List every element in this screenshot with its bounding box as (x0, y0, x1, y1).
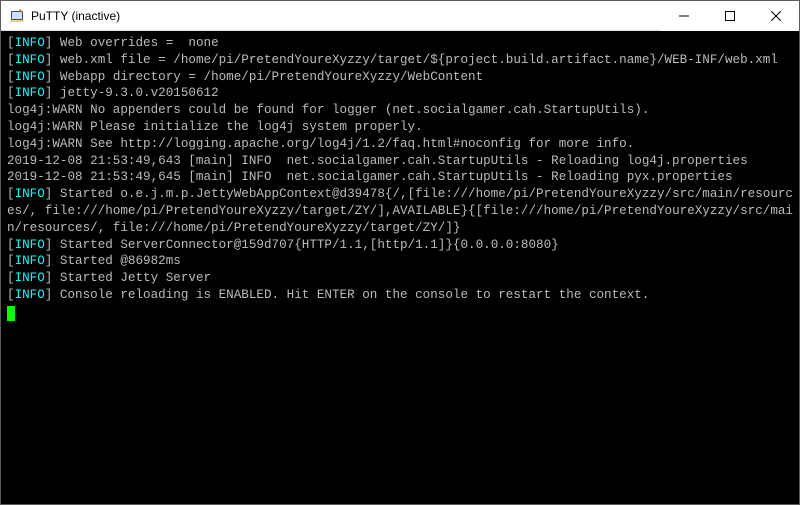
log-level-info: INFO (15, 187, 45, 201)
maximize-icon (725, 11, 735, 21)
terminal-area[interactable]: [INFO] Web overrides = none [INFO] web.x… (1, 31, 799, 504)
log-line: Started Jetty Server (52, 271, 211, 285)
log-line: log4j:WARN No appenders could be found f… (7, 103, 649, 117)
log-level-info: INFO (15, 254, 45, 268)
maximize-button[interactable] (707, 1, 753, 31)
close-icon (771, 11, 781, 21)
log-line: web.xml file = /home/pi/PretendYoureXyzz… (52, 53, 778, 67)
window-title: PuTTY (inactive) (31, 9, 120, 23)
log-level-info: INFO (15, 53, 45, 67)
log-line: Webapp directory = /home/pi/PretendYoure… (52, 70, 483, 84)
log-line: log4j:WARN See http://logging.apache.org… (7, 137, 634, 151)
putty-icon (9, 8, 25, 24)
log-line: 2019-12-08 21:53:49,645 [main] INFO net.… (7, 170, 733, 184)
log-line: log4j:WARN Please initialize the log4j s… (7, 120, 423, 134)
log-level-info: INFO (15, 86, 45, 100)
log-line: Started o.e.j.m.p.JettyWebAppContext@d39… (7, 187, 793, 235)
log-line: Started ServerConnector@159d707{HTTP/1.1… (52, 238, 558, 252)
window-titlebar[interactable]: PuTTY (inactive) (1, 1, 799, 31)
putty-window: PuTTY (inactive) [INFO] Web overrides = … (0, 0, 800, 505)
log-level-info: INFO (15, 238, 45, 252)
log-line: Web overrides = none (52, 36, 218, 50)
log-level-info: INFO (15, 36, 45, 50)
close-button[interactable] (753, 1, 799, 31)
log-line: Started @86982ms (52, 254, 180, 268)
log-level-info: INFO (15, 70, 45, 84)
terminal-cursor (7, 306, 15, 321)
log-level-info: INFO (15, 288, 45, 302)
minimize-button[interactable] (661, 1, 707, 31)
log-line: jetty-9.3.0.v20150612 (52, 86, 218, 100)
log-line: Console reloading is ENABLED. Hit ENTER … (52, 288, 649, 302)
log-line: 2019-12-08 21:53:49,643 [main] INFO net.… (7, 154, 748, 168)
log-level-info: INFO (15, 271, 45, 285)
minimize-icon (679, 11, 689, 21)
